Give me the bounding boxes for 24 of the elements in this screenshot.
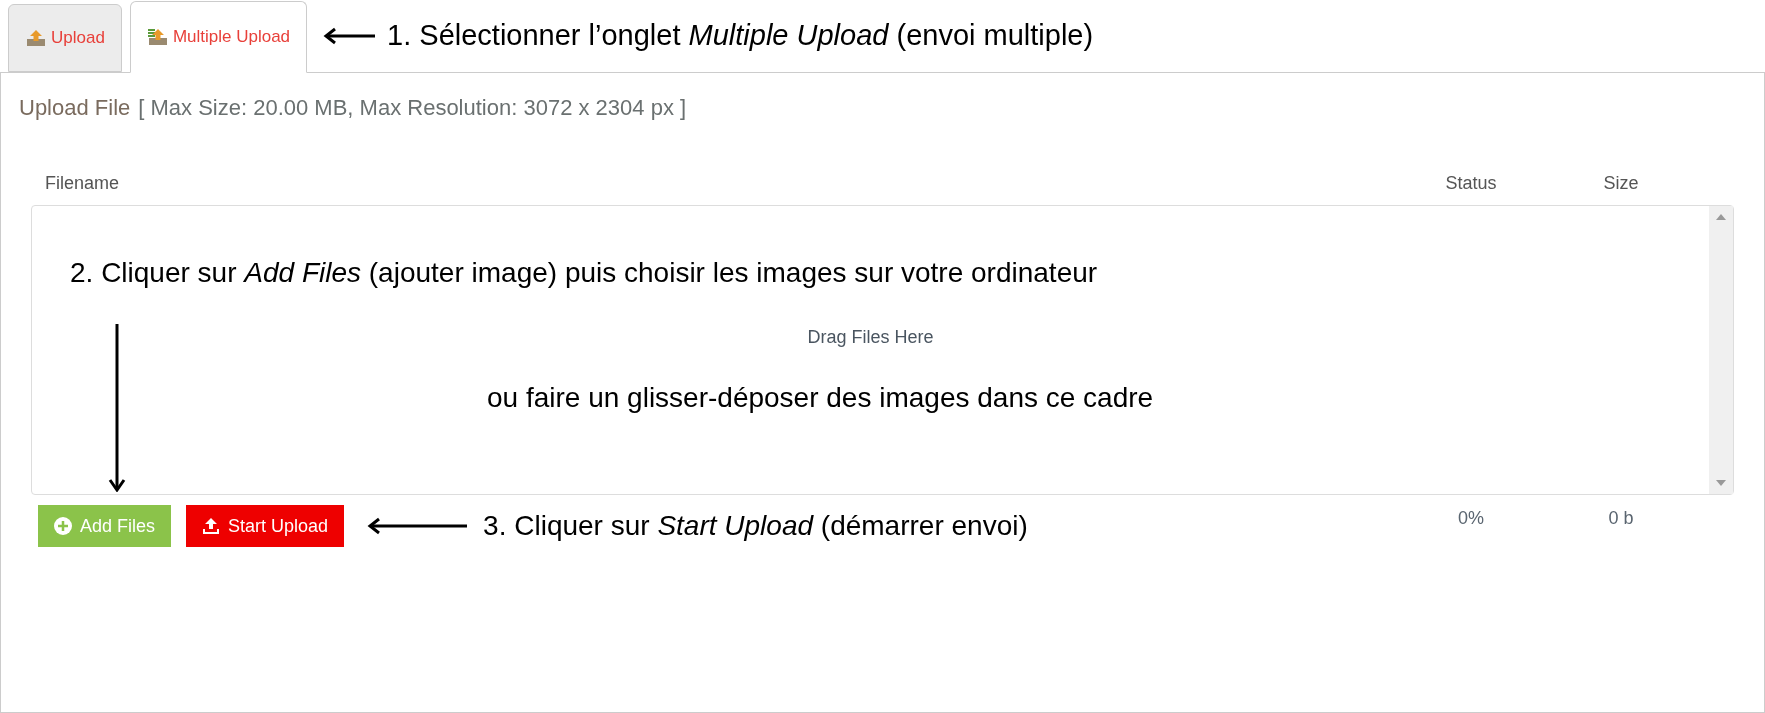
total-size: 0 b (1608, 507, 1634, 530)
tab[interactable]: Multiple Upload (129, 1, 308, 73)
drop-hint: Drag Files Here (807, 326, 934, 349)
upload-title: Upload File (19, 94, 131, 122)
annotation-text: 2. Cliquer sur Add Files (ajouter image) puis choisir les images sur votre ordinateur (70, 256, 1099, 290)
upload-icon (202, 517, 221, 535)
start-upload-button[interactable]: Start Upload (186, 505, 345, 547)
upload-tray-icon (25, 29, 47, 47)
upload-limits: [ Max Size: 20.00 MB, Max Resolution: 3072 x 2304 px ] (138, 94, 687, 122)
column-header: Size (1603, 172, 1639, 195)
left-arrow (323, 27, 376, 45)
annotation-text: ou faire un glisser-déposer des images dans ce cadre (487, 381, 1155, 415)
annotation-text: 1. Sélectionner l’onglet Multiple Upload (envoi multiple) (387, 18, 1094, 54)
annotation-text: 3. Cliquer sur Start Upload (démarrer envoi) (483, 509, 1028, 543)
column-header: Filename (45, 172, 121, 195)
plus-circle-icon (54, 517, 72, 535)
upload-tray-icon (146, 28, 169, 46)
column-header: Status (1445, 172, 1497, 195)
drop-zone[interactable]: 2. Cliquer sur Add Files (ajouter image) puis choisir les images sur votre ordinateur Drag Files Here ou faire un glisser-déposer des images dans ce cadre (31, 205, 1734, 495)
tab[interactable]: Upload (8, 4, 122, 72)
scroll-up-icon (1716, 214, 1726, 220)
total-status: 0% (1458, 507, 1484, 530)
scroll-down-icon (1716, 480, 1726, 486)
add-files-button[interactable]: Add Files (38, 505, 172, 547)
